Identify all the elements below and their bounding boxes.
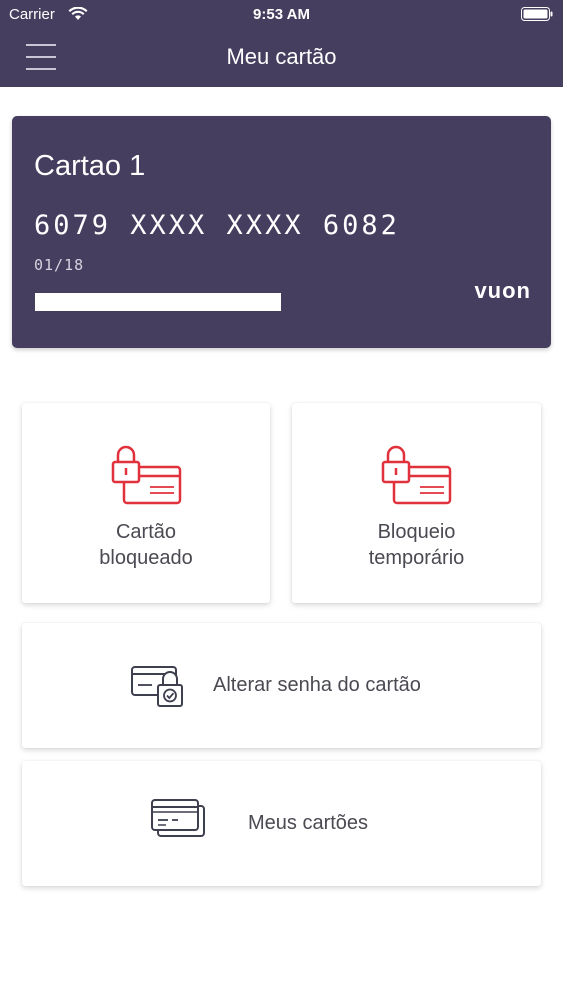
locked-card-icon	[381, 445, 452, 505]
card-number: 6079 XXXX XXXX 6082	[34, 210, 400, 241]
clock: 9:53 AM	[253, 6, 310, 23]
change-password-button[interactable]: Alterar senha do cartão	[22, 623, 541, 748]
change-password-label: Alterar senha do cartão	[213, 674, 421, 696]
nav-header: Meu cartão	[0, 28, 563, 87]
card-blocked-button[interactable]: Cartão bloqueado	[22, 403, 270, 603]
my-cards-button[interactable]: Meus cartões	[22, 761, 541, 886]
card-holder-redacted	[35, 293, 281, 311]
battery-icon	[521, 7, 553, 21]
locked-card-icon	[111, 445, 182, 505]
card-expiry: 01/18	[34, 256, 85, 274]
brand-logo: vuon	[474, 278, 531, 303]
card-password-icon	[131, 666, 183, 707]
status-bar: Carrier 9:53 AM	[0, 0, 563, 28]
cards-stack-icon	[151, 799, 205, 837]
card-name: Cartao 1	[34, 150, 146, 182]
tile-label: Cartão bloqueado	[99, 521, 193, 569]
temporary-block-button[interactable]: Bloqueio temporário	[292, 403, 541, 603]
my-cards-label: Meus cartões	[248, 812, 369, 834]
page-title: Meu cartão	[226, 44, 337, 69]
credit-card[interactable]: Cartao 1 6079 XXXX XXXX 6082 01/18 vuon	[12, 116, 551, 348]
tile-label: Bloqueio temporário	[368, 521, 465, 569]
